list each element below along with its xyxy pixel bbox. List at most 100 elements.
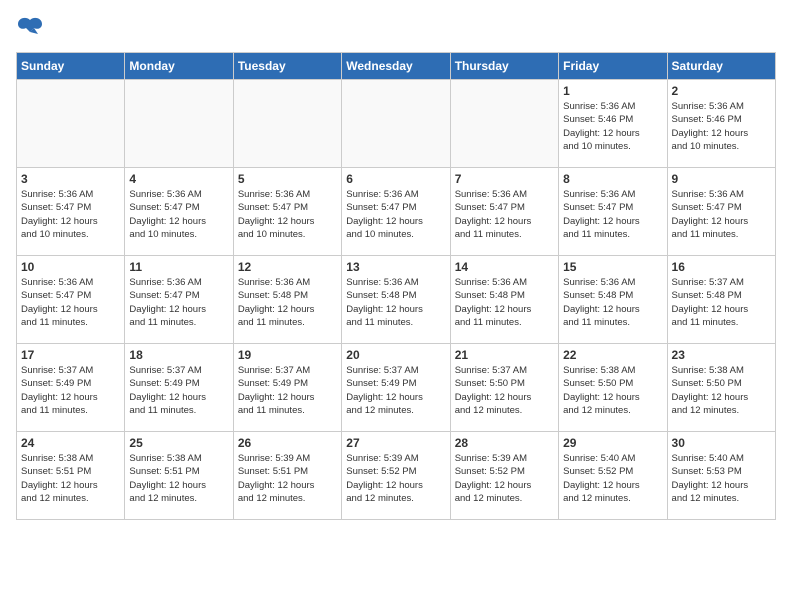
day-number: 10 (21, 260, 120, 274)
day-number: 12 (238, 260, 337, 274)
day-number: 19 (238, 348, 337, 362)
calendar-day-cell: 14 Sunrise: 5:36 AM Sunset: 5:48 PM Dayli… (450, 256, 558, 344)
day-number: 27 (346, 436, 445, 450)
calendar-day-cell: 12 Sunrise: 5:36 AM Sunset: 5:48 PM Dayli… (233, 256, 341, 344)
day-info: Sunrise: 5:36 AM Sunset: 5:46 PM Dayligh… (563, 100, 662, 153)
calendar-day-cell: 26 Sunrise: 5:39 AM Sunset: 5:51 PM Dayli… (233, 432, 341, 520)
calendar-day-cell: 6 Sunrise: 5:36 AM Sunset: 5:47 PM Daylig… (342, 168, 450, 256)
day-info: Sunrise: 5:37 AM Sunset: 5:49 PM Dayligh… (21, 364, 120, 417)
day-number: 7 (455, 172, 554, 186)
day-header-monday: Monday (125, 53, 233, 80)
calendar-day-cell: 19 Sunrise: 5:37 AM Sunset: 5:49 PM Dayli… (233, 344, 341, 432)
day-info: Sunrise: 5:36 AM Sunset: 5:47 PM Dayligh… (129, 188, 228, 241)
day-number: 30 (672, 436, 771, 450)
calendar-day-cell: 30 Sunrise: 5:40 AM Sunset: 5:53 PM Dayli… (667, 432, 775, 520)
calendar-day-cell: 20 Sunrise: 5:37 AM Sunset: 5:49 PM Dayli… (342, 344, 450, 432)
calendar-day-cell (125, 80, 233, 168)
calendar-day-cell (450, 80, 558, 168)
day-info: Sunrise: 5:37 AM Sunset: 5:50 PM Dayligh… (455, 364, 554, 417)
day-number: 22 (563, 348, 662, 362)
day-number: 23 (672, 348, 771, 362)
calendar-table: SundayMondayTuesdayWednesdayThursdayFrid… (16, 52, 776, 520)
day-info: Sunrise: 5:36 AM Sunset: 5:48 PM Dayligh… (455, 276, 554, 329)
calendar-week-row: 17 Sunrise: 5:37 AM Sunset: 5:49 PM Dayli… (17, 344, 776, 432)
day-info: Sunrise: 5:40 AM Sunset: 5:53 PM Dayligh… (672, 452, 771, 505)
day-info: Sunrise: 5:36 AM Sunset: 5:46 PM Dayligh… (672, 100, 771, 153)
day-info: Sunrise: 5:37 AM Sunset: 5:49 PM Dayligh… (346, 364, 445, 417)
day-info: Sunrise: 5:39 AM Sunset: 5:52 PM Dayligh… (346, 452, 445, 505)
day-number: 26 (238, 436, 337, 450)
day-number: 1 (563, 84, 662, 98)
calendar-day-cell: 4Sunrise: 5:36 AM Sunset: 5:47 PM Daylig… (125, 168, 233, 256)
day-info: Sunrise: 5:40 AM Sunset: 5:52 PM Dayligh… (563, 452, 662, 505)
day-header-thursday: Thursday (450, 53, 558, 80)
calendar-day-cell: 2 Sunrise: 5:36 AM Sunset: 5:46 PM Daylig… (667, 80, 775, 168)
day-header-friday: Friday (559, 53, 667, 80)
calendar-week-row: 3Sunrise: 5:36 AM Sunset: 5:47 PM Daylig… (17, 168, 776, 256)
day-info: Sunrise: 5:36 AM Sunset: 5:47 PM Dayligh… (672, 188, 771, 241)
calendar-week-row: 10 Sunrise: 5:36 AM Sunset: 5:47 PM Dayli… (17, 256, 776, 344)
calendar-day-cell: 10 Sunrise: 5:36 AM Sunset: 5:47 PM Dayli… (17, 256, 125, 344)
calendar-day-cell: 17 Sunrise: 5:37 AM Sunset: 5:49 PM Dayli… (17, 344, 125, 432)
day-number: 8 (563, 172, 662, 186)
calendar-day-cell: 13 Sunrise: 5:36 AM Sunset: 5:48 PM Dayli… (342, 256, 450, 344)
day-number: 17 (21, 348, 120, 362)
day-info: Sunrise: 5:37 AM Sunset: 5:49 PM Dayligh… (238, 364, 337, 417)
header (16, 16, 776, 40)
day-header-tuesday: Tuesday (233, 53, 341, 80)
day-info: Sunrise: 5:38 AM Sunset: 5:50 PM Dayligh… (563, 364, 662, 417)
calendar-day-cell: 11 Sunrise: 5:36 AM Sunset: 5:47 PM Dayli… (125, 256, 233, 344)
day-info: Sunrise: 5:36 AM Sunset: 5:47 PM Dayligh… (21, 276, 120, 329)
day-info: Sunrise: 5:36 AM Sunset: 5:47 PM Dayligh… (238, 188, 337, 241)
calendar-day-cell: 24 Sunrise: 5:38 AM Sunset: 5:51 PM Dayli… (17, 432, 125, 520)
day-number: 13 (346, 260, 445, 274)
calendar-day-cell (342, 80, 450, 168)
calendar-day-cell: 16Sunrise: 5:37 AM Sunset: 5:48 PM Dayli… (667, 256, 775, 344)
day-info: Sunrise: 5:38 AM Sunset: 5:50 PM Dayligh… (672, 364, 771, 417)
calendar-day-cell: 15Sunrise: 5:36 AM Sunset: 5:48 PM Dayli… (559, 256, 667, 344)
calendar-day-cell: 22 Sunrise: 5:38 AM Sunset: 5:50 PM Dayli… (559, 344, 667, 432)
day-info: Sunrise: 5:36 AM Sunset: 5:48 PM Dayligh… (238, 276, 337, 329)
calendar-day-cell: 18Sunrise: 5:37 AM Sunset: 5:49 PM Dayli… (125, 344, 233, 432)
calendar-day-cell: 5 Sunrise: 5:36 AM Sunset: 5:47 PM Daylig… (233, 168, 341, 256)
day-info: Sunrise: 5:38 AM Sunset: 5:51 PM Dayligh… (129, 452, 228, 505)
calendar-day-cell (17, 80, 125, 168)
day-header-wednesday: Wednesday (342, 53, 450, 80)
day-info: Sunrise: 5:36 AM Sunset: 5:47 PM Dayligh… (346, 188, 445, 241)
day-number: 5 (238, 172, 337, 186)
day-number: 24 (21, 436, 120, 450)
day-info: Sunrise: 5:36 AM Sunset: 5:48 PM Dayligh… (346, 276, 445, 329)
calendar-day-cell: 8 Sunrise: 5:36 AM Sunset: 5:47 PM Daylig… (559, 168, 667, 256)
day-header-saturday: Saturday (667, 53, 775, 80)
day-header-sunday: Sunday (17, 53, 125, 80)
day-number: 28 (455, 436, 554, 450)
logo (16, 16, 48, 40)
day-info: Sunrise: 5:39 AM Sunset: 5:51 PM Dayligh… (238, 452, 337, 505)
calendar-day-cell: 3Sunrise: 5:36 AM Sunset: 5:47 PM Daylig… (17, 168, 125, 256)
calendar-day-cell: 23 Sunrise: 5:38 AM Sunset: 5:50 PM Dayli… (667, 344, 775, 432)
calendar-week-row: 24 Sunrise: 5:38 AM Sunset: 5:51 PM Dayli… (17, 432, 776, 520)
calendar-day-cell: 1 Sunrise: 5:36 AM Sunset: 5:46 PM Daylig… (559, 80, 667, 168)
day-number: 9 (672, 172, 771, 186)
day-info: Sunrise: 5:36 AM Sunset: 5:47 PM Dayligh… (563, 188, 662, 241)
calendar-day-cell: 7 Sunrise: 5:36 AM Sunset: 5:47 PM Daylig… (450, 168, 558, 256)
day-number: 14 (455, 260, 554, 274)
day-info: Sunrise: 5:37 AM Sunset: 5:49 PM Dayligh… (129, 364, 228, 417)
logo-bird-icon (16, 16, 44, 40)
day-info: Sunrise: 5:36 AM Sunset: 5:48 PM Dayligh… (563, 276, 662, 329)
day-number: 11 (129, 260, 228, 274)
day-number: 2 (672, 84, 771, 98)
day-info: Sunrise: 5:39 AM Sunset: 5:52 PM Dayligh… (455, 452, 554, 505)
day-info: Sunrise: 5:36 AM Sunset: 5:47 PM Dayligh… (455, 188, 554, 241)
day-info: Sunrise: 5:37 AM Sunset: 5:48 PM Dayligh… (672, 276, 771, 329)
calendar-day-cell (233, 80, 341, 168)
day-number: 21 (455, 348, 554, 362)
calendar-header-row: SundayMondayTuesdayWednesdayThursdayFrid… (17, 53, 776, 80)
day-number: 25 (129, 436, 228, 450)
calendar-day-cell: 21 Sunrise: 5:37 AM Sunset: 5:50 PM Dayli… (450, 344, 558, 432)
day-number: 6 (346, 172, 445, 186)
day-info: Sunrise: 5:36 AM Sunset: 5:47 PM Dayligh… (129, 276, 228, 329)
day-info: Sunrise: 5:38 AM Sunset: 5:51 PM Dayligh… (21, 452, 120, 505)
day-number: 20 (346, 348, 445, 362)
calendar-day-cell: 29Sunrise: 5:40 AM Sunset: 5:52 PM Dayli… (559, 432, 667, 520)
